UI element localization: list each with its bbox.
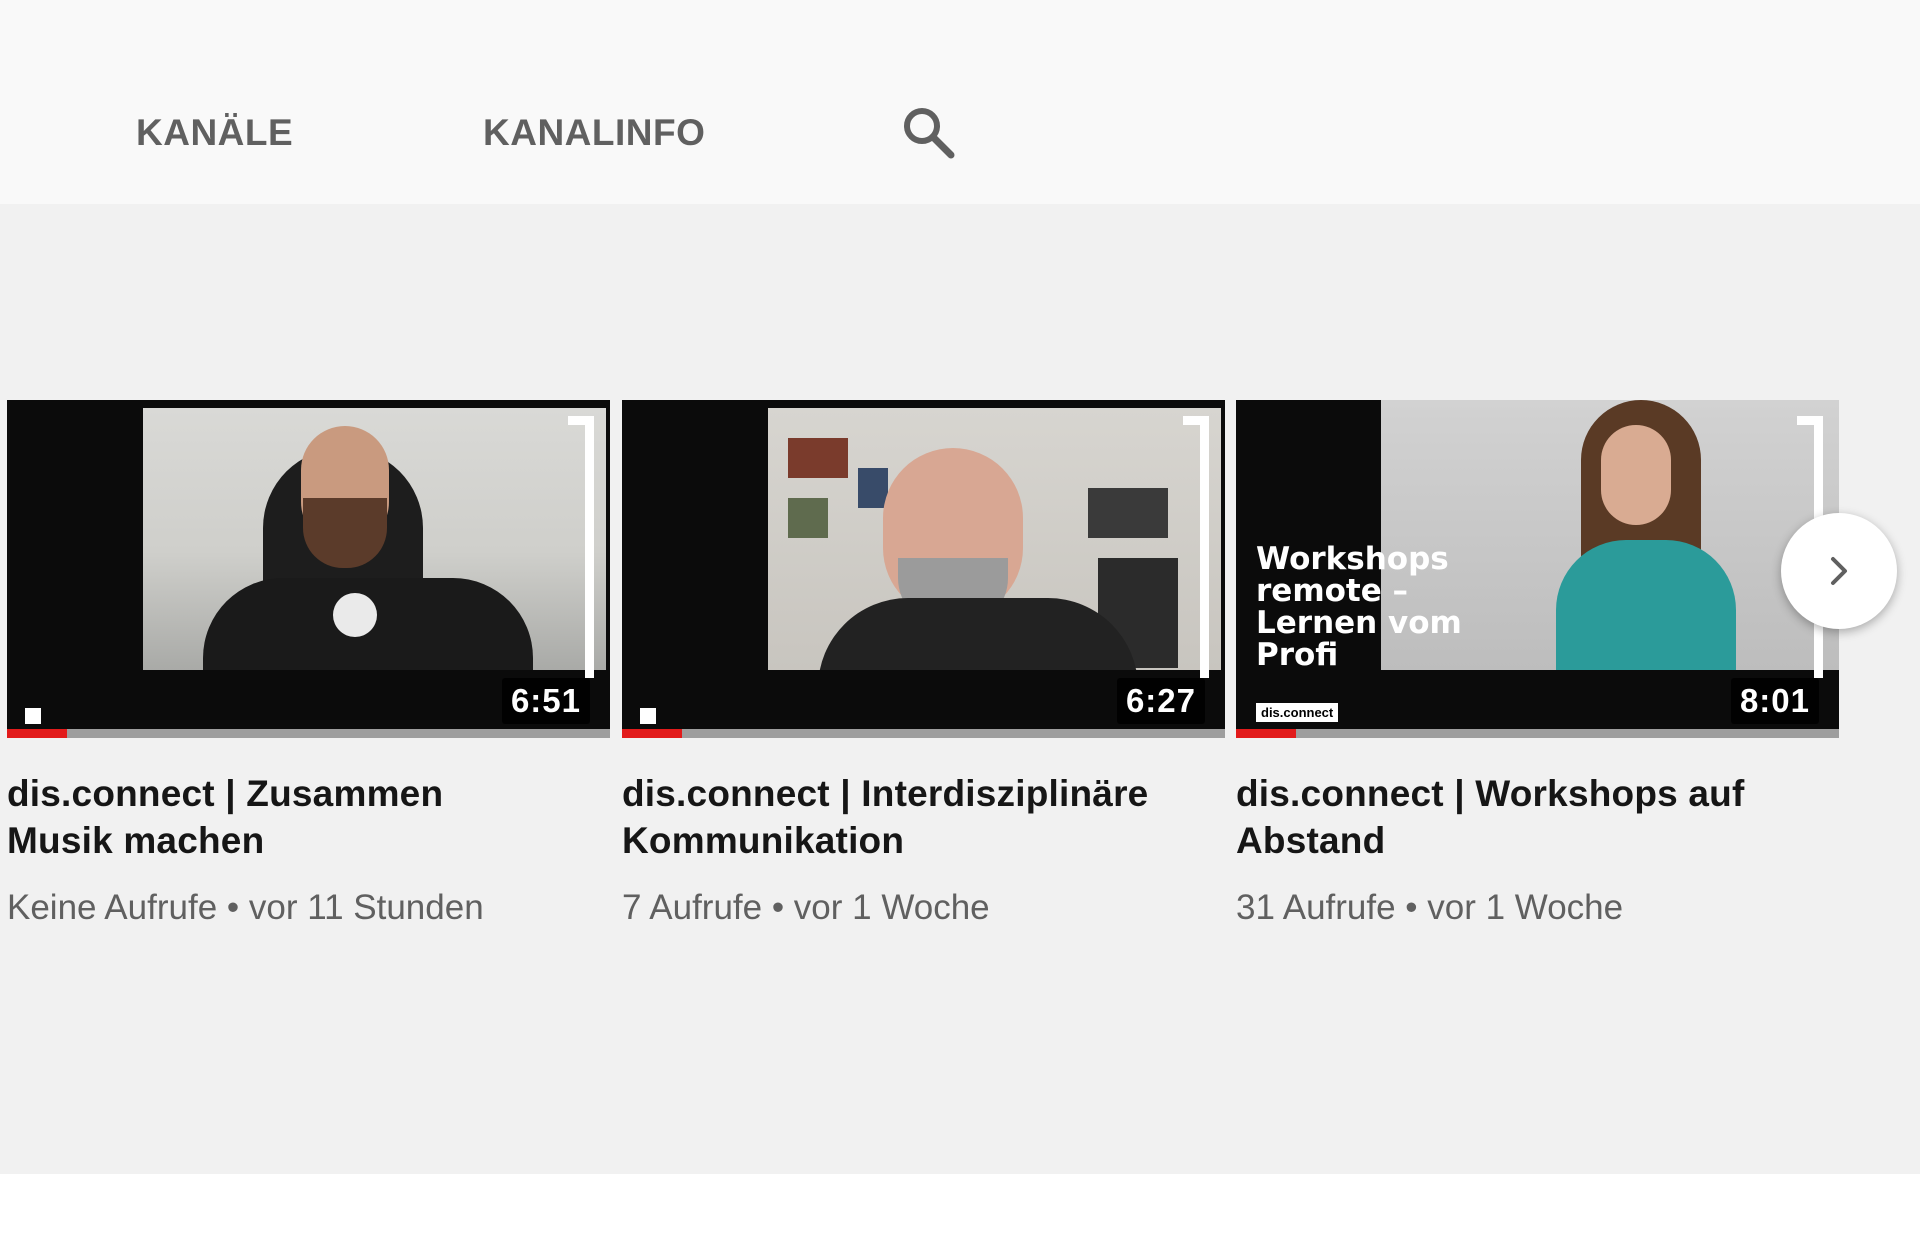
- video-title[interactable]: dis.connect | Zusammen Musik machen: [7, 770, 610, 864]
- video-thumbnail[interactable]: Workshops remote – Lernen vom Profi dis.…: [1236, 400, 1839, 738]
- overlay-line: Workshops: [1256, 541, 1449, 577]
- thumbnail-overlay-text: Workshops remote – Lernen vom Profi: [1256, 543, 1462, 671]
- watch-progress-fill: [622, 729, 683, 738]
- watch-progress-bar: [1236, 729, 1839, 738]
- video-meta: 31 Aufrufe • vor 1 Woche: [1236, 888, 1624, 927]
- page-footer-area: [0, 1174, 1920, 1252]
- channel-nav-bar: KANÄLE KANALINFO: [0, 0, 1920, 204]
- chevron-right-icon: [1831, 557, 1847, 585]
- video-card[interactable]: 6:27 dis.connect | Interdisziplinäre Kom…: [622, 400, 1225, 928]
- video-thumbnail[interactable]: 6:27: [622, 400, 1225, 738]
- tab-kanalinfo[interactable]: KANALINFO: [483, 112, 705, 154]
- video-meta: Keine Aufrufe • vor 11 Stunden: [7, 888, 484, 927]
- video-card[interactable]: 6:51 dis.connect | Zusammen Musik machen…: [7, 400, 610, 928]
- overlay-line: Lernen vom: [1256, 605, 1462, 641]
- video-title-line: dis.connect | Zusammen: [7, 773, 444, 814]
- video-meta: 7 Aufrufe • vor 1 Woche: [622, 888, 990, 927]
- play-indicator-icon: [640, 708, 656, 724]
- video-duration: 6:51: [501, 678, 590, 724]
- overlay-line: Profi: [1256, 637, 1339, 673]
- video-thumbnail[interactable]: 6:51: [7, 400, 610, 738]
- next-button[interactable]: [1781, 513, 1897, 629]
- video-title-line: Kommunikation: [622, 820, 905, 861]
- video-title-line: Musik machen: [7, 820, 265, 861]
- watch-progress-bar: [622, 729, 1225, 738]
- video-duration: 6:27: [1116, 678, 1205, 724]
- tab-kanaele[interactable]: KANÄLE: [136, 112, 293, 154]
- video-title-line: dis.connect | Interdisziplinäre: [622, 773, 1149, 814]
- play-indicator-icon: [25, 708, 41, 724]
- video-title[interactable]: dis.connect | Workshops auf Abstand: [1236, 770, 1839, 864]
- overlay-line: remote –: [1256, 573, 1409, 609]
- frame-bracket: [568, 416, 594, 678]
- watch-progress-bar: [7, 729, 610, 738]
- videos-shelf: 6:51 dis.connect | Zusammen Musik machen…: [0, 204, 1920, 1174]
- webcam-frame: [143, 408, 606, 670]
- webcam-frame: [768, 408, 1221, 670]
- video-title[interactable]: dis.connect | Interdisziplinäre Kommunik…: [622, 770, 1225, 864]
- watch-progress-fill: [7, 729, 68, 738]
- brand-tag: dis.connect: [1256, 703, 1339, 722]
- frame-bracket: [1183, 416, 1209, 678]
- video-duration: 8:01: [1730, 678, 1819, 724]
- search-icon[interactable]: [900, 104, 956, 160]
- video-title-line: Abstand: [1236, 820, 1386, 861]
- watch-progress-fill: [1236, 729, 1297, 738]
- video-title-line: dis.connect | Workshops auf: [1236, 773, 1745, 814]
- video-card[interactable]: Workshops remote – Lernen vom Profi dis.…: [1236, 400, 1839, 928]
